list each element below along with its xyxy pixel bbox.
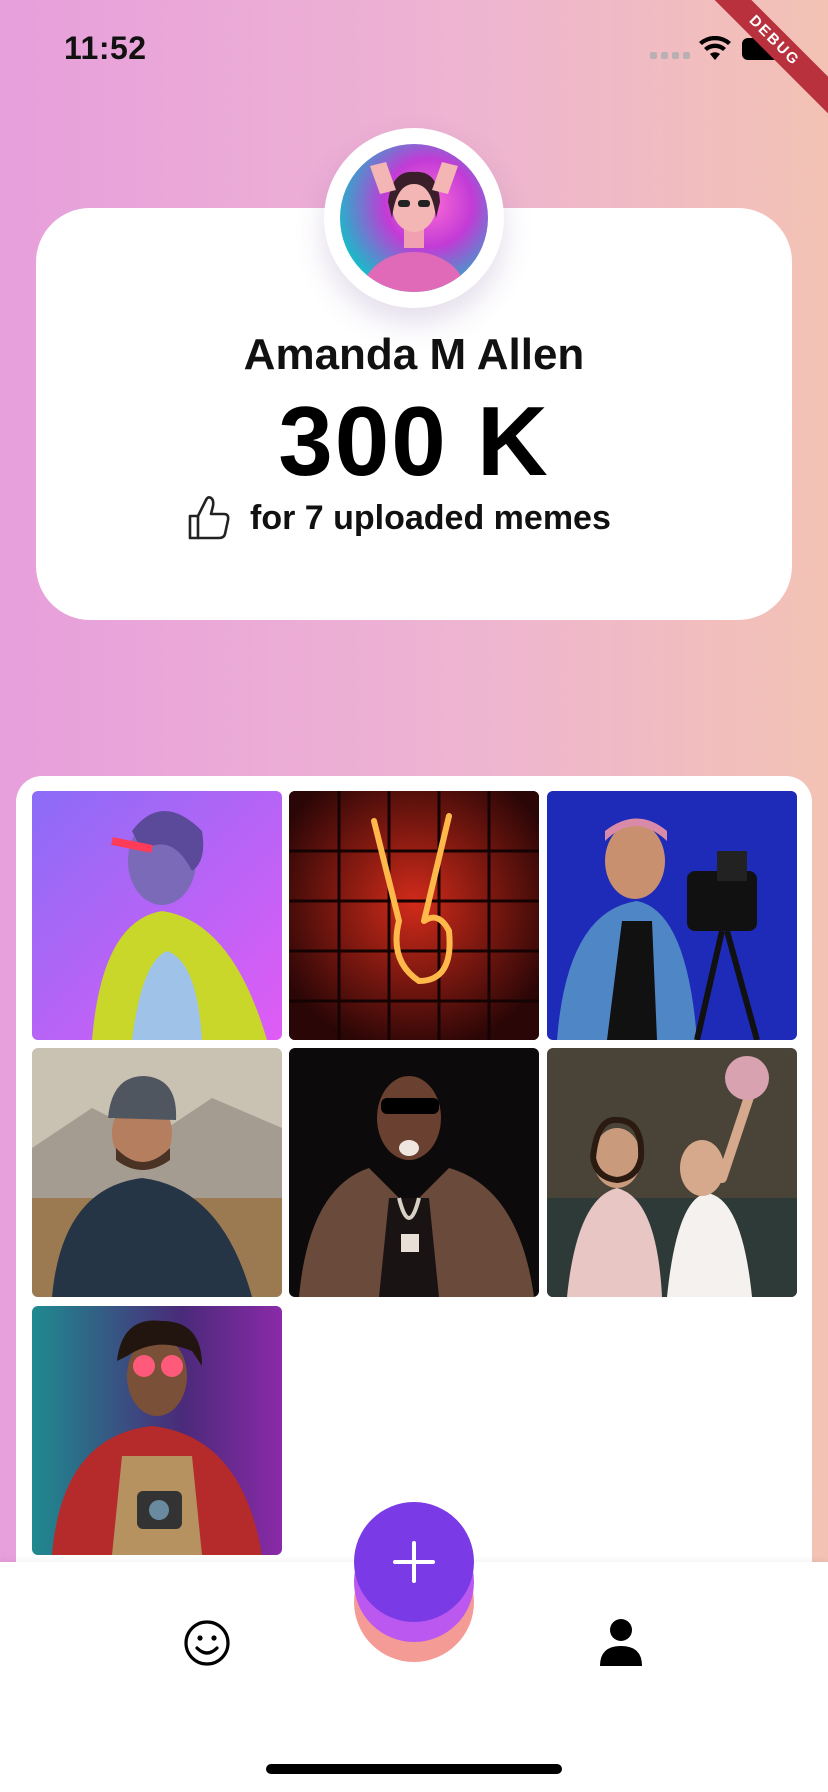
thumbs-up-icon	[188, 496, 230, 540]
add-meme-button[interactable]	[354, 1502, 474, 1662]
user-name: Amanda M Allen	[243, 330, 585, 379]
status-time: 11:52	[64, 30, 147, 66]
avatar-image	[340, 144, 488, 292]
meme-thumbnail[interactable]	[289, 1048, 539, 1297]
wifi-icon	[699, 36, 731, 60]
cellular-signal-icon	[650, 52, 690, 59]
meme-thumbnail[interactable]	[32, 1048, 282, 1297]
likes-caption: for 7 uploaded memes	[250, 498, 611, 537]
likes-summary: for 7 uploaded memes	[186, 494, 611, 542]
person-icon[interactable]	[596, 1616, 646, 1668]
like-count: 300 K	[278, 386, 550, 496]
avatar[interactable]	[324, 128, 504, 308]
meme-thumbnail[interactable]	[32, 1306, 282, 1555]
status-bar: 11:52 DEBUG	[0, 0, 828, 121]
smiley-icon[interactable]	[182, 1618, 232, 1668]
fab-main[interactable]	[354, 1502, 474, 1622]
meme-thumbnail[interactable]	[32, 791, 282, 1040]
meme-thumbnail[interactable]	[547, 791, 797, 1040]
meme-gallery	[16, 776, 812, 1626]
home-indicator[interactable]	[266, 1764, 562, 1774]
meme-thumbnail[interactable]	[289, 791, 539, 1040]
meme-thumbnail[interactable]	[547, 1048, 797, 1297]
plus-icon	[393, 1541, 435, 1583]
